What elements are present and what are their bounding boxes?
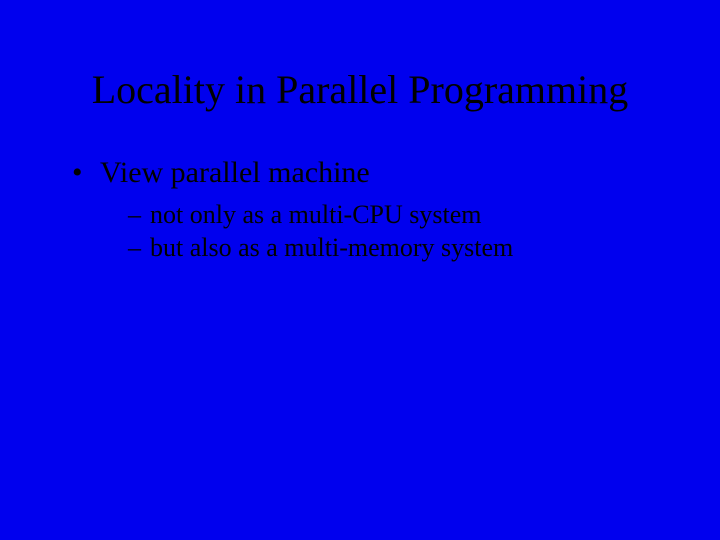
subbullet-group: – not only as a multi-CPU system – but a… (72, 192, 680, 266)
dash-marker: – (128, 198, 150, 232)
bullet-level2: – not only as a multi-CPU system (128, 198, 680, 232)
bullet-text: View parallel machine (100, 154, 370, 192)
slide-title: Locality in Parallel Programming (0, 0, 720, 112)
dash-marker: – (128, 231, 150, 265)
subbullet-text: but also as a multi-memory system (150, 231, 513, 265)
slide-body: • View parallel machine – not only as a … (0, 112, 720, 265)
bullet-level1: • View parallel machine (72, 154, 680, 192)
slide: Locality in Parallel Programming • View … (0, 0, 720, 540)
subbullet-text: not only as a multi-CPU system (150, 198, 482, 232)
bullet-level2: – but also as a multi-memory system (128, 231, 680, 265)
bullet-marker: • (72, 154, 100, 192)
